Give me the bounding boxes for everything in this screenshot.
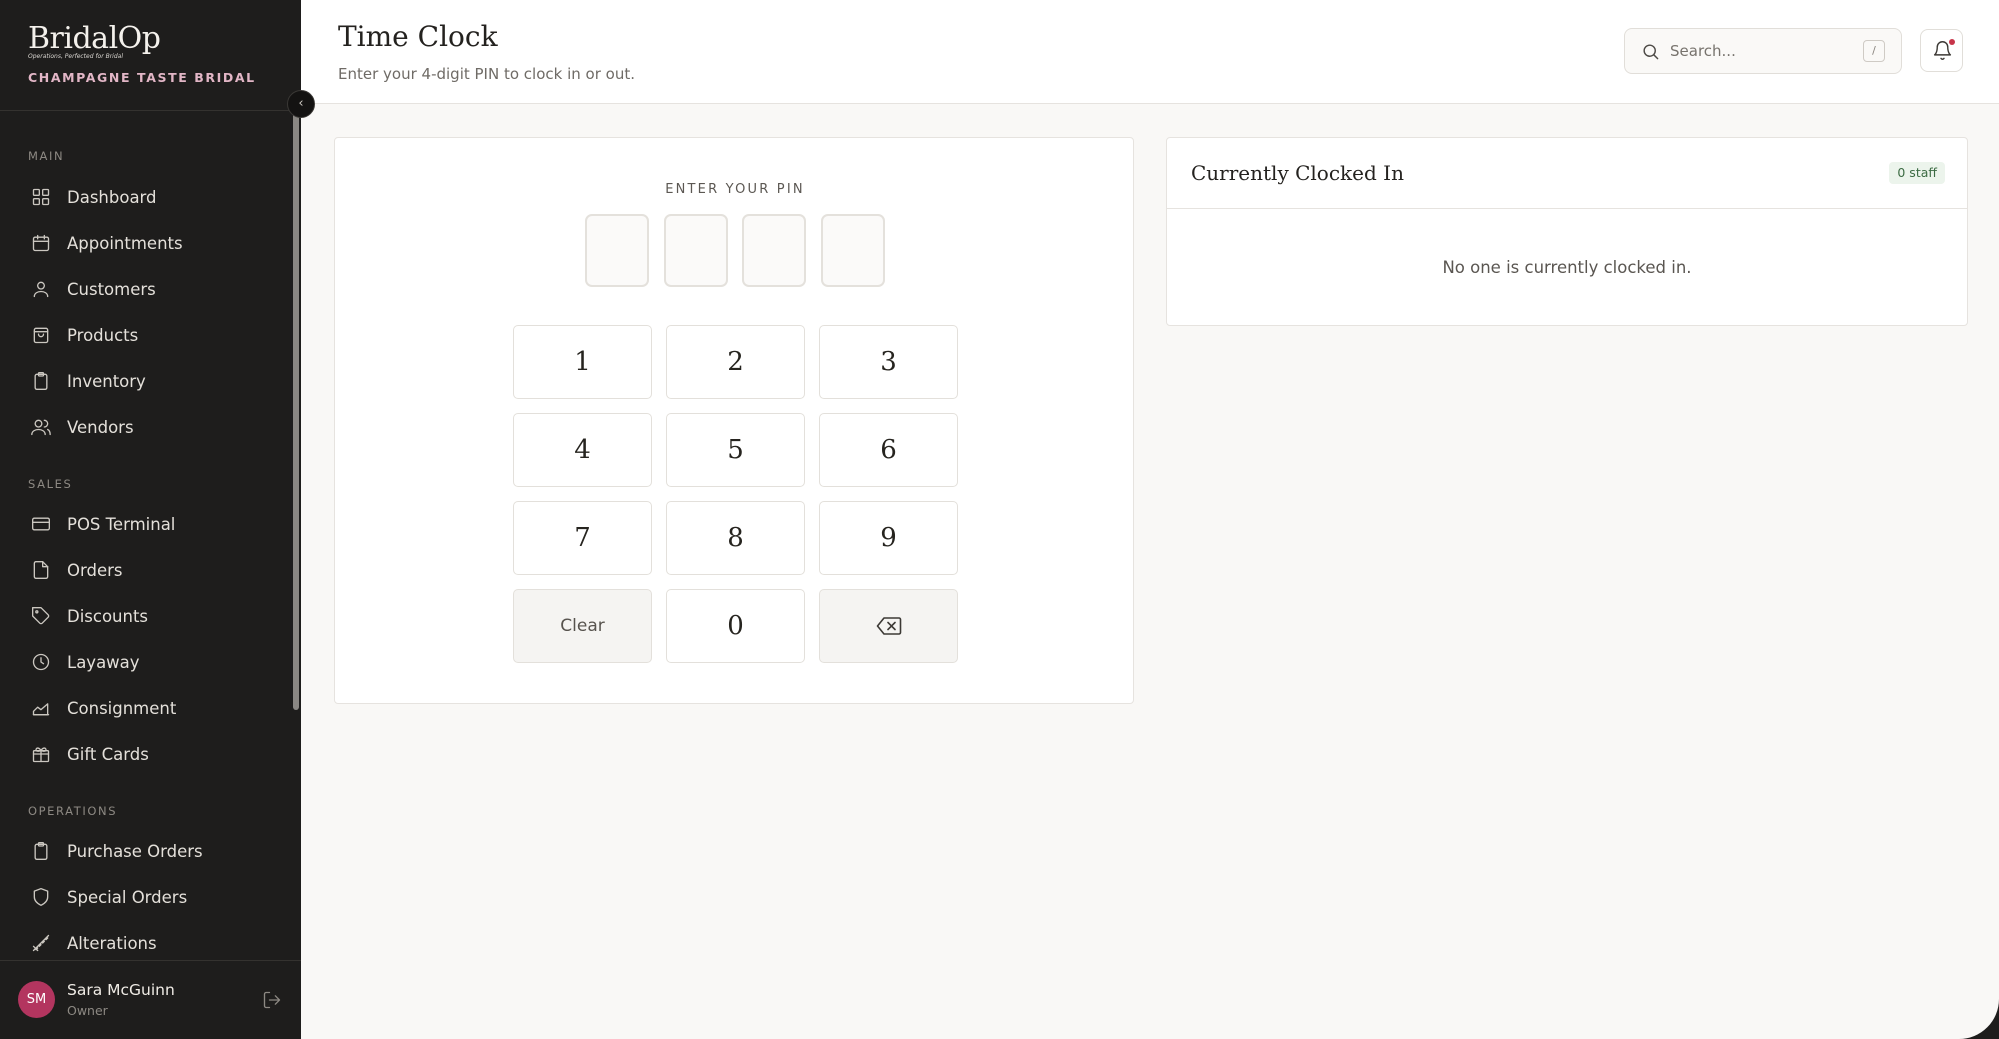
store-name: CHAMPAGNE TASTE BRIDAL (28, 70, 256, 85)
logo[interactable]: BridalOp (28, 22, 256, 56)
section-label-operations: OPERATIONS (28, 804, 118, 818)
sidebar-item-label: Dashboard (67, 187, 157, 207)
pin-entry-card: ENTER YOUR PIN 1 2 3 4 5 6 7 8 9 Clear 0 (334, 137, 1134, 704)
key-3-button[interactable]: 3 (819, 325, 958, 399)
notification-dot (1949, 39, 1955, 45)
user-name: Sara McGuinn (67, 981, 175, 999)
sidebar-item-special-orders[interactable]: Special Orders (20, 877, 282, 917)
empty-state-message: No one is currently clocked in. (1442, 258, 1692, 277)
sidebar-item-appointments[interactable]: Appointments (20, 223, 282, 263)
user-icon (30, 278, 52, 300)
sidebar-item-discounts[interactable]: Discounts (20, 596, 282, 636)
sidebar-scrollbar[interactable] (293, 112, 299, 710)
sidebar-item-consignment[interactable]: Consignment (20, 688, 282, 728)
sidebar-item-label: Discounts (67, 606, 149, 626)
sidebar-item-pos-terminal[interactable]: POS Terminal (20, 504, 282, 544)
clock-icon (30, 651, 52, 673)
key-6-button[interactable]: 6 (819, 413, 958, 487)
divider (0, 960, 301, 961)
clocked-in-title: Currently Clocked In (1191, 161, 1404, 185)
clear-button[interactable]: Clear (513, 589, 652, 663)
sidebar-item-dashboard[interactable]: Dashboard (20, 177, 282, 217)
search-placeholder: Search... (1670, 42, 1736, 60)
sidebar-item-label: POS Terminal (67, 514, 176, 534)
page-title: Time Clock (338, 20, 498, 53)
avatar[interactable]: SM (18, 981, 55, 1018)
sidebar-item-label: Customers (67, 279, 156, 299)
user-role: Owner (67, 1003, 108, 1018)
divider (1167, 208, 1967, 209)
clipboard-icon (30, 370, 52, 392)
sidebar-item-products[interactable]: Products (20, 315, 282, 355)
clocked-in-card: Currently Clocked In 0 staff No one is c… (1166, 137, 1968, 326)
section-label-main: MAIN (28, 149, 65, 163)
sidebar-item-layaway[interactable]: Layaway (20, 642, 282, 682)
key-7-button[interactable]: 7 (513, 501, 652, 575)
backspace-icon (876, 617, 901, 635)
sidebar: BridalOp Operations, Perfected for Brida… (0, 0, 301, 1039)
sidebar-item-inventory[interactable]: Inventory (20, 361, 282, 401)
sidebar-item-alterations[interactable]: Alterations (20, 923, 282, 963)
logout-icon (263, 991, 281, 1009)
search-shortcut-hint: / (1863, 40, 1885, 62)
shield-icon (30, 886, 52, 908)
key-0-button[interactable]: 0 (666, 589, 805, 663)
pin-digit-box (664, 214, 728, 287)
backspace-button[interactable] (819, 589, 958, 663)
sidebar-item-label: Gift Cards (67, 744, 149, 764)
shopping-bag-icon (30, 324, 52, 346)
key-9-button[interactable]: 9 (819, 501, 958, 575)
brand: BridalOp Operations, Perfected for Brida… (28, 22, 256, 86)
logout-button[interactable] (262, 990, 282, 1010)
gift-icon (30, 743, 52, 765)
sidebar-item-label: Appointments (67, 233, 183, 253)
sidebar-item-label: Consignment (67, 698, 177, 718)
search-icon (1641, 42, 1661, 62)
calendar-icon (30, 232, 52, 254)
search-input[interactable]: Search... / (1624, 28, 1902, 74)
pin-digit-box (821, 214, 885, 287)
page-subtitle: Enter your 4-digit PIN to clock in or ou… (338, 65, 635, 83)
grid-icon (30, 186, 52, 208)
pin-digit-box (585, 214, 649, 287)
sidebar-item-gift-cards[interactable]: Gift Cards (20, 734, 282, 774)
key-4-button[interactable]: 4 (513, 413, 652, 487)
sidebar-item-label: Layaway (67, 652, 140, 672)
sidebar-item-vendors[interactable]: Vendors (20, 407, 282, 447)
section-label-sales: SALES (28, 477, 73, 491)
app-window: BridalOp Operations, Perfected for Brida… (0, 0, 1999, 1039)
main-content: Time Clock Enter your 4-digit PIN to clo… (301, 0, 1999, 1039)
sidebar-item-label: Special Orders (67, 887, 188, 907)
sidebar-item-label: Orders (67, 560, 123, 580)
sidebar-collapse-button[interactable]: ‹ (287, 90, 315, 118)
sidebar-item-label: Products (67, 325, 139, 345)
ruler-icon (30, 932, 52, 954)
tag-icon (30, 605, 52, 627)
sidebar-item-label: Vendors (67, 417, 134, 437)
clipboard-icon (30, 840, 52, 862)
key-5-button[interactable]: 5 (666, 413, 805, 487)
pin-label: ENTER YOUR PIN (665, 182, 805, 197)
page-header: Time Clock Enter your 4-digit PIN to clo… (301, 0, 1999, 104)
sidebar-item-purchase-orders[interactable]: Purchase Orders (20, 831, 282, 871)
divider (0, 110, 301, 111)
sidebar-item-orders[interactable]: Orders (20, 550, 282, 590)
file-icon (30, 559, 52, 581)
sidebar-item-label: Inventory (67, 371, 146, 391)
users-icon (30, 416, 52, 438)
credit-card-icon (30, 513, 52, 535)
area-chart-icon (30, 697, 52, 719)
staff-count-badge: 0 staff (1889, 162, 1945, 184)
key-1-button[interactable]: 1 (513, 325, 652, 399)
sidebar-item-label: Alterations (67, 933, 157, 953)
pin-digit-box (742, 214, 806, 287)
key-8-button[interactable]: 8 (666, 501, 805, 575)
notifications-button[interactable] (1920, 29, 1963, 72)
sidebar-item-customers[interactable]: Customers (20, 269, 282, 309)
key-2-button[interactable]: 2 (666, 325, 805, 399)
sidebar-item-label: Purchase Orders (67, 841, 203, 861)
